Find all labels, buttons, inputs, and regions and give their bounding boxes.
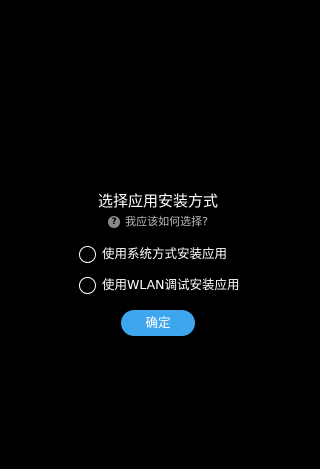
radio-button-wlan-debug-install[interactable] <box>79 276 96 294</box>
option-label-system-install: 使用系统方式安装应用 <box>102 246 228 261</box>
install-method-dialog: 选择应用安装方式 ? 我应该如何选择? 使用系统方式安装应用 使用WLAN调试安… <box>0 0 316 469</box>
help-link[interactable]: ? 我应该如何选择? <box>0 213 316 231</box>
option-label-wlan-debug-install: 使用WLAN调试安装应用 <box>102 277 240 292</box>
option-system-install[interactable]: 使用系统方式安装应用 <box>79 244 227 264</box>
help-link-text: 我应该如何选择? <box>125 215 208 228</box>
question-circle-icon: ? <box>108 216 121 228</box>
option-wlan-debug-install[interactable]: 使用WLAN调试安装应用 <box>79 275 240 295</box>
radio-button-system-install[interactable] <box>79 245 96 263</box>
dialog-title: 选择应用安装方式 <box>97 192 218 210</box>
confirm-button[interactable]: 确定 <box>121 310 195 336</box>
